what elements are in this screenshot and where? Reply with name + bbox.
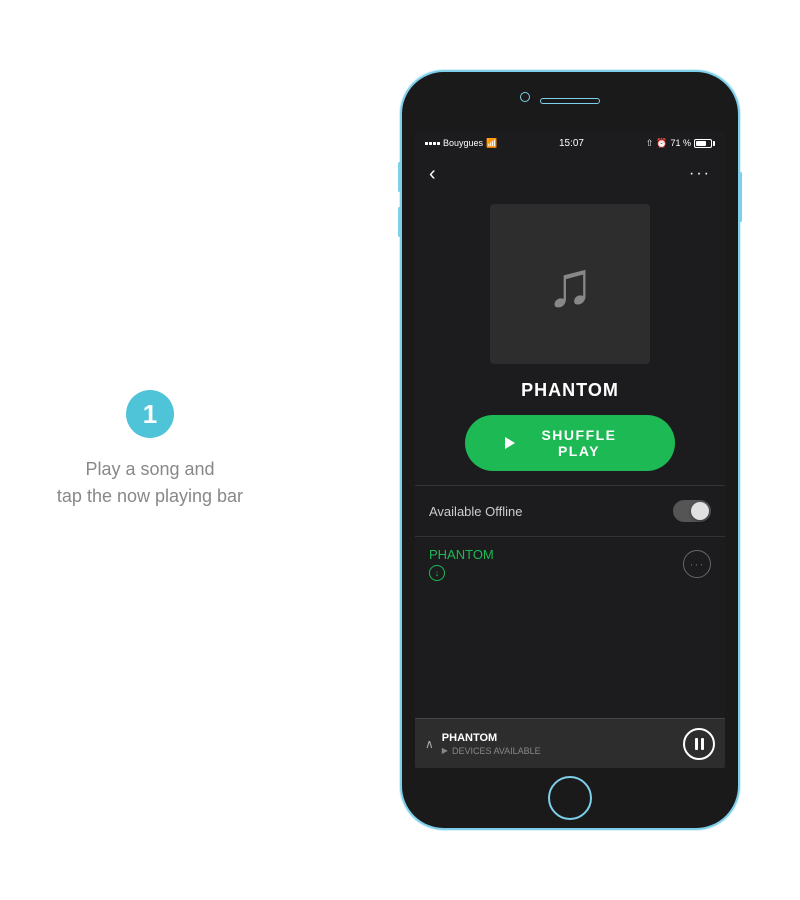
battery-body — [694, 139, 712, 148]
phone-speaker — [540, 98, 600, 104]
wifi-icon: 📶 — [486, 138, 497, 149]
track-name[interactable]: PHANTOM — [429, 547, 494, 562]
home-button[interactable] — [548, 776, 592, 820]
status-left: Bouygues 📶 — [425, 138, 497, 149]
pause-button[interactable] — [683, 728, 715, 760]
offline-row: Available Offline — [415, 486, 725, 536]
instruction-line2: tap the now playing bar — [57, 486, 243, 506]
shuffle-play-button[interactable]: SHUFFLE PLAY — [465, 415, 675, 471]
nav-bar: ‹ ··· — [415, 154, 725, 194]
track-more-button[interactable]: ··· — [683, 550, 711, 578]
status-right: ⇧ ⏰ 71 % — [646, 138, 715, 149]
back-button[interactable]: ‹ — [429, 163, 436, 186]
play-triangle-icon — [505, 437, 515, 449]
battery-tip — [713, 141, 715, 146]
instruction-line1: Play a song and — [85, 459, 214, 479]
now-playing-chevron-icon: ∧ — [425, 737, 434, 751]
instruction-text: Play a song and tap the now playing bar — [57, 456, 243, 510]
battery-percent: 71 % — [670, 138, 691, 148]
signal-dot-2 — [429, 142, 432, 145]
signal-dot-1 — [425, 142, 428, 145]
alarm-icon: ⏰ — [656, 138, 667, 149]
page-wrapper: 1 Play a song and tap the now playing ba… — [0, 0, 800, 900]
now-playing-sub-text: DEVICES AVAILABLE — [452, 746, 541, 756]
now-playing-info: PHANTOM ▶ DEVICES AVAILABLE — [442, 732, 683, 756]
signal-dot-4 — [437, 142, 440, 145]
status-time: 15:07 — [559, 138, 584, 149]
phone-bottom — [548, 768, 592, 828]
album-art-container: ♫ — [415, 194, 725, 380]
download-icon[interactable]: ↓ — [429, 565, 445, 581]
signal-icon — [425, 142, 440, 145]
volume-down-button — [398, 207, 401, 237]
album-title: PHANTOM — [415, 380, 725, 401]
track-info: PHANTOM ↓ — [429, 547, 494, 581]
now-playing-sub: ▶ DEVICES AVAILABLE — [442, 746, 683, 756]
location-icon: ⇧ — [646, 138, 654, 149]
step-number: 1 — [143, 399, 157, 430]
more-button[interactable]: ··· — [689, 165, 711, 183]
now-playing-bar[interactable]: ∧ PHANTOM ▶ DEVICES AVAILABLE — [415, 718, 725, 768]
battery-icon — [694, 139, 715, 148]
volume-up-button — [398, 162, 401, 192]
power-button — [739, 172, 742, 222]
offline-toggle[interactable] — [673, 500, 711, 522]
track-item: PHANTOM ↓ ··· — [415, 537, 725, 591]
pause-icon — [695, 738, 704, 750]
carrier-name: Bouygues — [443, 138, 483, 148]
front-camera — [520, 92, 530, 102]
signal-dot-3 — [433, 142, 436, 145]
album-art: ♫ — [490, 204, 650, 364]
phone-frame: Bouygues 📶 15:07 ⇧ ⏰ 71 % — [400, 70, 740, 830]
music-note-icon: ♫ — [546, 247, 594, 321]
status-bar: Bouygues 📶 15:07 ⇧ ⏰ 71 % — [415, 132, 725, 154]
pause-bar-right — [701, 738, 704, 750]
instruction-area: 1 Play a song and tap the now playing ba… — [40, 390, 260, 510]
pause-bar-left — [695, 738, 698, 750]
track-list: PHANTOM ↓ ··· — [415, 537, 725, 718]
cast-icon: ▶ — [442, 746, 448, 755]
phone-screen: Bouygues 📶 15:07 ⇧ ⏰ 71 % — [415, 132, 725, 768]
battery-fill — [696, 141, 706, 146]
toggle-knob — [691, 502, 709, 520]
offline-label: Available Offline — [429, 504, 522, 519]
app-content: ‹ ··· ♫ PHANTOM SHUFFLE PLAY — [415, 154, 725, 768]
step-badge: 1 — [126, 390, 174, 438]
phone-top-bar — [402, 72, 738, 132]
now-playing-title: PHANTOM — [442, 732, 683, 744]
shuffle-play-label: SHUFFLE PLAY — [523, 427, 635, 459]
